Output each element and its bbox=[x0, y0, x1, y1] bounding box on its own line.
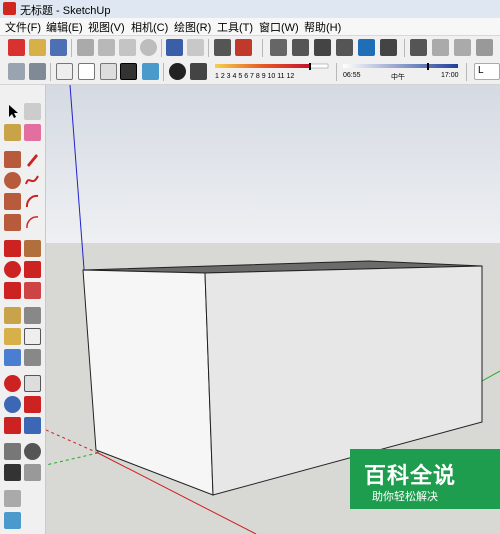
menu-help[interactable]: 帮助(H) bbox=[304, 19, 341, 35]
shadows-icon[interactable] bbox=[169, 63, 186, 80]
xray-icon[interactable] bbox=[8, 63, 25, 80]
sky bbox=[46, 85, 500, 243]
pan-hand-icon[interactable] bbox=[24, 375, 41, 392]
push-pull-icon[interactable] bbox=[24, 240, 41, 257]
menu-draw[interactable]: 绘图(R) bbox=[174, 19, 211, 35]
menu-window[interactable]: 窗口(W) bbox=[259, 19, 299, 35]
eraser-icon[interactable] bbox=[24, 124, 41, 141]
erase-icon[interactable] bbox=[140, 39, 157, 56]
watermark-subtitle: 助你轻松解决 bbox=[372, 490, 438, 503]
zoom-extents-icon[interactable] bbox=[4, 417, 21, 434]
tape-measure-icon[interactable] bbox=[4, 307, 21, 324]
extension-icon[interactable] bbox=[476, 39, 493, 56]
copy-icon[interactable] bbox=[98, 39, 115, 56]
component-icon[interactable] bbox=[410, 39, 427, 56]
offset-icon[interactable] bbox=[24, 282, 41, 299]
look-around-icon[interactable] bbox=[24, 443, 41, 460]
move-icon[interactable] bbox=[4, 240, 21, 257]
scale-icon[interactable] bbox=[4, 282, 21, 299]
right-view-icon[interactable] bbox=[336, 39, 353, 56]
position-camera-icon[interactable] bbox=[4, 443, 21, 460]
back-view-icon[interactable] bbox=[358, 39, 375, 56]
shaded-icon[interactable] bbox=[100, 63, 117, 80]
wireframe-icon[interactable] bbox=[56, 63, 73, 80]
iso-view-icon[interactable] bbox=[270, 39, 287, 56]
menu-edit[interactable]: 编辑(E) bbox=[46, 19, 83, 35]
menu-camera[interactable]: 相机(C) bbox=[131, 19, 168, 35]
sketchup-logo-icon bbox=[3, 2, 16, 15]
time-end: 17:00 bbox=[441, 72, 459, 79]
zoom-window-icon[interactable] bbox=[24, 396, 41, 413]
time-noon: 中午 bbox=[391, 74, 405, 81]
hidden-line-icon[interactable] bbox=[78, 63, 95, 80]
select-arrow-icon[interactable] bbox=[4, 103, 21, 120]
undo-icon[interactable] bbox=[166, 39, 183, 56]
walk-icon[interactable] bbox=[4, 464, 21, 481]
shaded-textures-icon[interactable] bbox=[120, 63, 137, 80]
dimension-icon[interactable] bbox=[24, 307, 41, 324]
make-component-icon[interactable] bbox=[24, 103, 41, 120]
paste-icon[interactable] bbox=[119, 39, 136, 56]
menu-file[interactable]: 文件(F) bbox=[5, 19, 41, 35]
freehand-icon[interactable] bbox=[24, 172, 41, 189]
menu-bar: 文件(F) 编辑(E) 视图(V) 相机(C) 绘图(R) 工具(T) 窗口(W… bbox=[0, 18, 500, 36]
text-icon[interactable] bbox=[24, 328, 41, 345]
front-view-icon[interactable] bbox=[314, 39, 331, 56]
3d-text-icon[interactable] bbox=[24, 349, 41, 366]
print-icon[interactable] bbox=[214, 39, 231, 56]
section-plane-icon[interactable] bbox=[24, 464, 41, 481]
top-view-icon[interactable] bbox=[292, 39, 309, 56]
menu-view[interactable]: 视图(V) bbox=[88, 19, 125, 35]
large-tool-set bbox=[0, 85, 46, 534]
watermark-title: 百科全说 bbox=[364, 464, 457, 489]
time-start: 06:55 bbox=[343, 72, 361, 79]
follow-me-icon[interactable] bbox=[24, 261, 41, 278]
two-point-arc-icon[interactable] bbox=[24, 214, 41, 231]
share-model-icon[interactable] bbox=[454, 39, 471, 56]
orbit-icon[interactable] bbox=[4, 375, 21, 392]
polygon-icon[interactable] bbox=[4, 193, 21, 210]
pencil-icon[interactable] bbox=[24, 151, 41, 168]
left-view-icon[interactable] bbox=[380, 39, 397, 56]
warehouse-icon[interactable] bbox=[432, 39, 449, 56]
circle-icon[interactable] bbox=[4, 172, 21, 189]
layer-dropdown[interactable]: L bbox=[474, 63, 500, 80]
previous-view-icon[interactable] bbox=[24, 417, 41, 434]
month-scale: 1 2 3 4 5 6 7 8 9 10 11 12 bbox=[215, 73, 295, 80]
add-location-icon[interactable] bbox=[4, 512, 21, 529]
arc-icon[interactable] bbox=[24, 193, 41, 210]
menu-tools[interactable]: 工具(T) bbox=[217, 19, 253, 35]
navigate-icon[interactable] bbox=[4, 490, 21, 507]
rectangle-icon[interactable] bbox=[4, 151, 21, 168]
model-info-icon[interactable] bbox=[235, 39, 252, 56]
fog-icon[interactable] bbox=[190, 63, 207, 80]
title-bar: 无标题 - SketchUp bbox=[0, 0, 500, 19]
redo-icon[interactable] bbox=[187, 39, 204, 56]
cut-icon[interactable] bbox=[77, 39, 94, 56]
save-icon[interactable] bbox=[50, 39, 67, 56]
zoom-icon[interactable] bbox=[4, 396, 21, 413]
paint-bucket-icon[interactable] bbox=[4, 124, 21, 141]
style-shadow-toolbar: 1 2 3 4 5 6 7 8 9 10 11 12 06:55 中午 17:0… bbox=[0, 60, 500, 85]
monochrome-icon[interactable] bbox=[142, 63, 159, 80]
layer-dropdown-label: L bbox=[478, 65, 484, 76]
axes-icon[interactable] bbox=[4, 349, 21, 366]
rotate-icon[interactable] bbox=[4, 261, 21, 278]
pie-icon[interactable] bbox=[4, 214, 21, 231]
new-file-icon[interactable] bbox=[8, 39, 25, 56]
open-folder-icon[interactable] bbox=[29, 39, 46, 56]
back-edges-icon[interactable] bbox=[29, 63, 46, 80]
protractor-icon[interactable] bbox=[4, 328, 21, 345]
standard-toolbar bbox=[0, 36, 500, 61]
window-title: 无标题 - SketchUp bbox=[20, 5, 111, 17]
